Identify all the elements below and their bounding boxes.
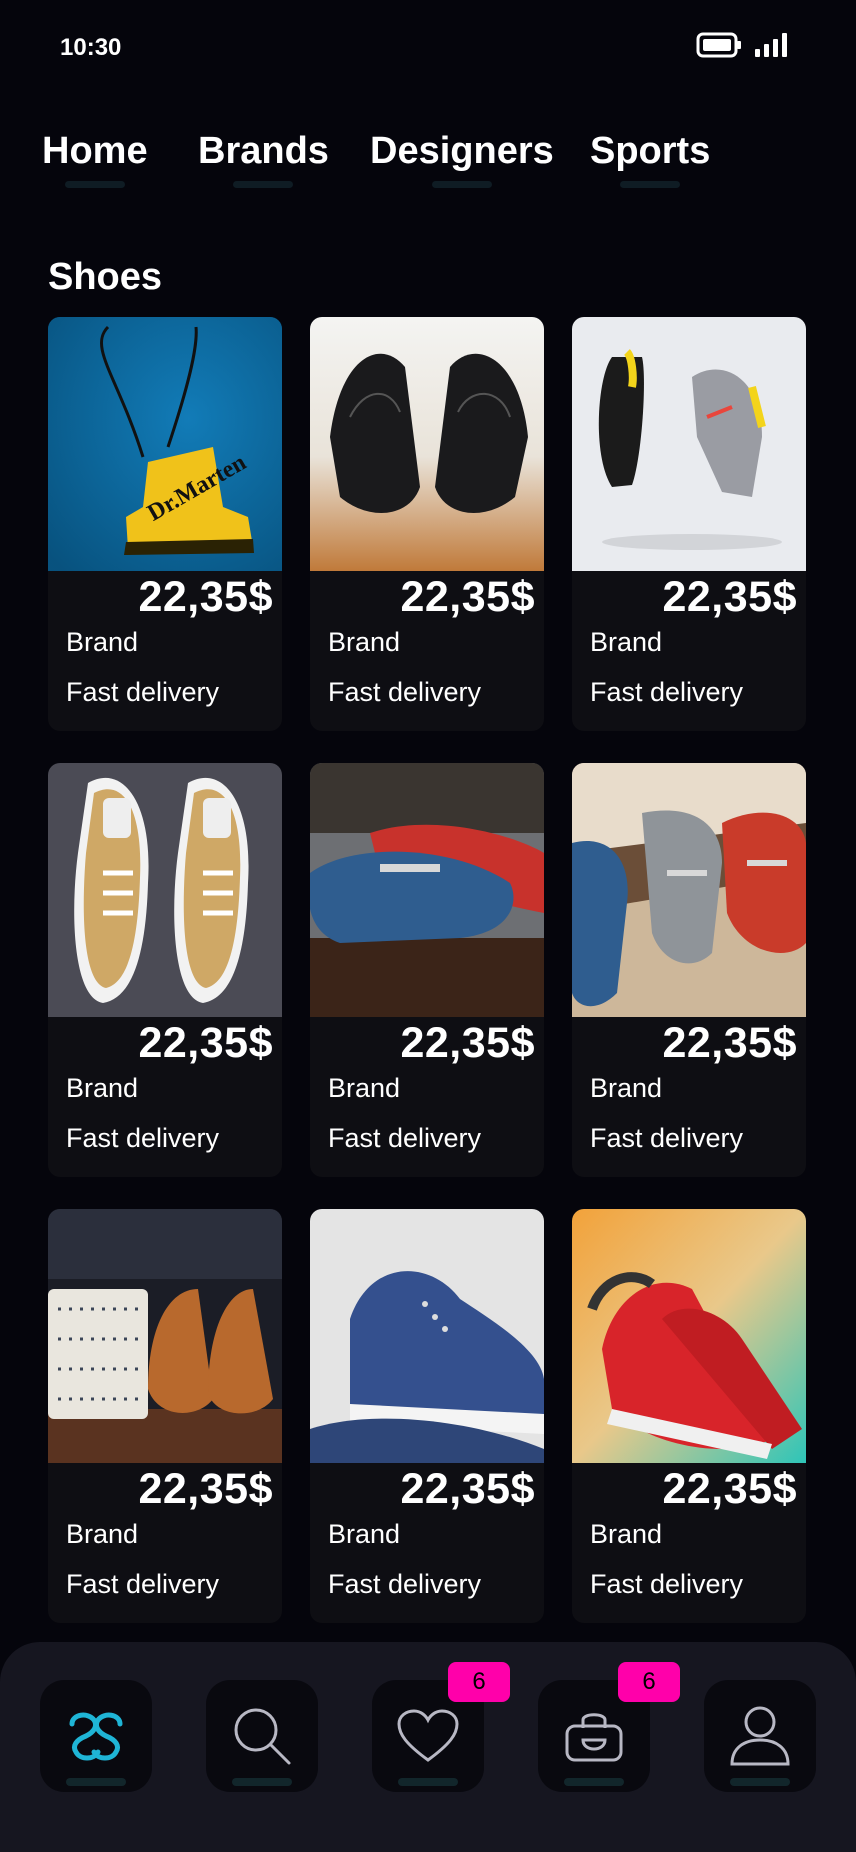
nav-home-button[interactable] [40,1680,152,1792]
product-brand: Brand [590,627,663,657]
tab-label: Home [42,130,148,172]
tab-label: Brands [198,130,329,172]
tab-sports[interactable]: Sports [590,130,710,188]
product-price: 22,35$ [138,1019,273,1067]
bag-icon [565,1713,623,1762]
tab-indicator [620,181,681,188]
product-delivery: Fast delivery [590,1123,744,1153]
tab-indicator [64,181,125,188]
tab-label: Designers [370,130,554,172]
tab-brands[interactable]: Brands [198,130,329,188]
product-card[interactable]: 22,35$ Brand Fast delivery [310,763,544,1177]
product-price: 22,35$ [138,573,273,621]
product-delivery: Fast delivery [66,677,220,707]
product-card[interactable]: 22,35$ Brand Fast delivery [310,1209,544,1623]
product-brand: Brand [328,627,401,657]
product-delivery: Fast delivery [328,1123,482,1153]
product-brand: Brand [66,627,139,657]
favorites-count-badge: 6 [448,1662,510,1702]
product-price: 22,35$ [138,1465,273,1513]
product-card[interactable]: 22,35$ Brand Fast delivery [48,1209,282,1623]
product-card[interactable]: Dr.Marten 22,35$ Brand Fast delivery [48,317,282,731]
product-price: 22,35$ [400,1019,535,1067]
bottom-nav: 6 6 [0,1642,856,1852]
battery-icon [696,32,741,58]
product-price: 22,35$ [662,1465,797,1513]
product-image-red-running-shoes [572,1209,806,1463]
nav-indicator [66,1778,126,1786]
product-card[interactable]: 22,35$ Brand Fast delivery [572,1209,806,1623]
product-brand: Brand [66,1519,139,1549]
product-brand: Brand [590,1519,663,1549]
product-card[interactable]: 22,35$ Brand Fast delivery [310,317,544,731]
product-card[interactable]: 22,35$ Brand Fast delivery [48,763,282,1177]
nav-profile-button[interactable] [704,1680,816,1792]
product-price: 22,35$ [662,573,797,621]
product-card[interactable]: 22,35$ Brand Fast delivery [572,317,806,731]
section-title: Shoes [48,256,163,298]
product-delivery: Fast delivery [328,677,482,707]
tab-indicator [233,181,294,188]
product-image-tan-canvas-sneakers [48,763,282,1017]
product-image-blue-red-loafers [310,763,544,1017]
status-icons [696,32,788,58]
tab-home[interactable]: Home [42,130,148,188]
bag-count-badge: 6 [618,1662,680,1702]
product-brand: Brand [328,1519,401,1549]
product-image-grey-red-loafers [572,763,806,1017]
product-delivery: Fast delivery [66,1569,220,1599]
top-nav: Home Brands Designers Sports [0,130,856,200]
logo-icon [69,1712,123,1761]
heart-icon [397,1709,459,1762]
profile-icon [730,1706,790,1766]
search-icon [234,1708,291,1765]
nav-search-button[interactable] [206,1680,318,1792]
product-image-blue-canvas-sneakers [310,1209,544,1463]
product-price: 22,35$ [662,1019,797,1067]
status-time: 10:30 [60,34,122,61]
product-delivery: Fast delivery [590,1569,744,1599]
tab-indicator [431,181,492,188]
nav-indicator [564,1778,624,1786]
product-delivery: Fast delivery [66,1123,220,1153]
signal-icon [755,33,787,57]
product-card[interactable]: 22,35$ Brand Fast delivery [572,763,806,1177]
nav-indicator [730,1778,790,1786]
product-price: 22,35$ [400,1465,535,1513]
product-brand: Brand [328,1073,401,1103]
product-image-yellow-boot: Dr.Marten [48,317,282,571]
status-bar: 10:30 [0,0,856,96]
product-brand: Brand [590,1073,663,1103]
nav-indicator [232,1778,292,1786]
product-delivery: Fast delivery [328,1569,482,1599]
product-brand: Brand [66,1073,139,1103]
tab-label: Sports [590,130,711,172]
product-delivery: Fast delivery [590,677,744,707]
tab-designers[interactable]: Designers [370,130,554,188]
product-image-brown-oxfords-shirts [48,1209,282,1463]
product-image-black-dress-shoes [310,317,544,571]
product-price: 22,35$ [400,573,535,621]
nav-indicator [398,1778,458,1786]
product-image-floating-sneakers [572,317,806,571]
